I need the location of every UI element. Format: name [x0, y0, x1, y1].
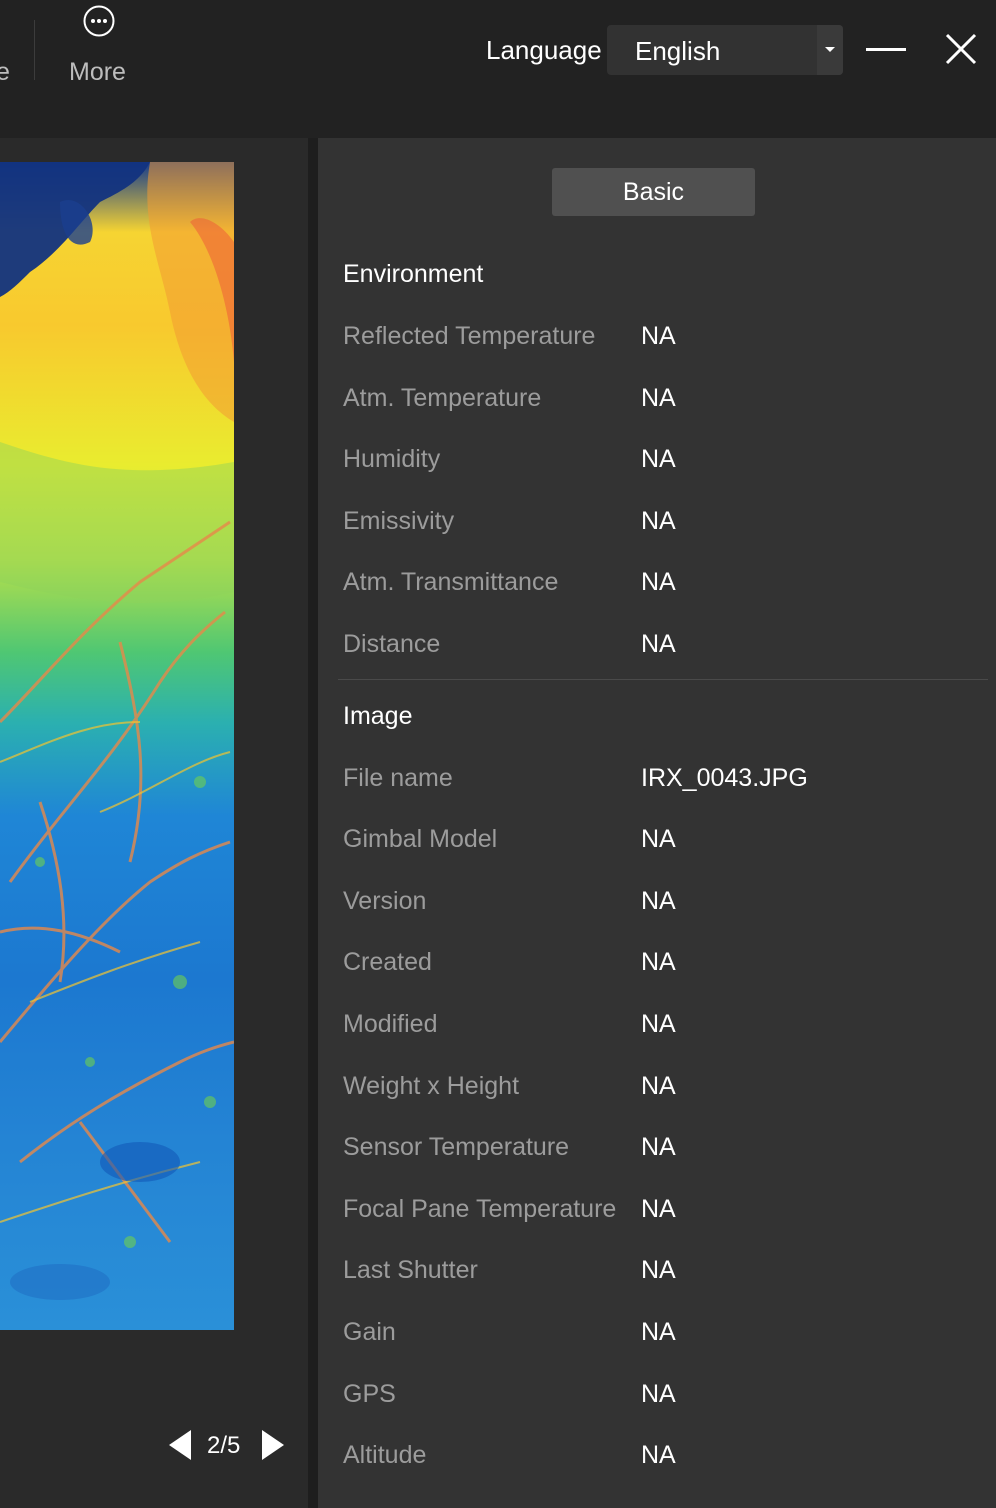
- image-viewer: 2/5: [0, 138, 308, 1508]
- property-label: Modified: [343, 1010, 438, 1038]
- property-row-distance: Distance NA: [343, 630, 983, 670]
- property-label: Gimbal Model: [343, 825, 498, 853]
- property-row-gain: Gain NA: [343, 1318, 983, 1358]
- property-label: Altitude: [343, 1441, 427, 1469]
- property-value: NA: [641, 948, 676, 976]
- property-row-atm-temperature: Atm. Temperature NA: [343, 384, 983, 424]
- property-value: NA: [641, 630, 676, 658]
- property-row-gps: GPS NA: [343, 1380, 983, 1420]
- property-label: Last Shutter: [343, 1256, 478, 1284]
- property-value: NA: [641, 1195, 676, 1223]
- property-value: NA: [641, 507, 676, 535]
- property-row-altitude: Altitude NA: [343, 1441, 983, 1481]
- image-section-title: Image: [343, 702, 413, 730]
- close-icon: [945, 33, 977, 65]
- language-selected-value: English: [635, 36, 721, 66]
- property-row-version: Version NA: [343, 887, 983, 927]
- close-button[interactable]: [938, 26, 984, 72]
- more-label: More: [69, 58, 126, 86]
- property-value: NA: [641, 445, 676, 473]
- language-label: Language: [486, 35, 602, 65]
- property-label: Version: [343, 887, 427, 915]
- top-toolbar: e More Language English: [0, 0, 996, 138]
- property-value: NA: [641, 322, 676, 350]
- page-indicator: 2/5: [207, 1432, 241, 1459]
- property-row-file-name: File name IRX_0043.JPG: [343, 764, 983, 804]
- property-row-humidity: Humidity NA: [343, 445, 983, 485]
- property-label: File name: [343, 764, 453, 792]
- toolbar-divider: [34, 20, 35, 80]
- property-row-emissivity: Emissivity NA: [343, 507, 983, 547]
- property-value: NA: [641, 384, 676, 412]
- property-row-focal-pane-temperature: Focal Pane Temperature NA: [343, 1195, 983, 1235]
- more-button[interactable]: More: [60, 0, 140, 100]
- property-value: NA: [641, 1010, 676, 1038]
- property-value: NA: [641, 1072, 676, 1100]
- property-label: Gain: [343, 1318, 396, 1346]
- property-label: Atm. Transmittance: [343, 568, 559, 596]
- image-pager: 2/5: [0, 1428, 308, 1468]
- property-row-reflected-temperature: Reflected Temperature NA: [343, 322, 983, 362]
- tab-basic[interactable]: Basic: [552, 168, 755, 216]
- property-label: Sensor Temperature: [343, 1133, 570, 1161]
- property-row-sensor-temperature: Sensor Temperature NA: [343, 1133, 983, 1173]
- property-row-modified: Modified NA: [343, 1010, 983, 1050]
- property-label: Emissivity: [343, 507, 455, 535]
- property-label: Humidity: [343, 445, 441, 473]
- property-value: NA: [641, 1441, 676, 1469]
- more-dots-icon: [83, 5, 115, 37]
- thermal-image[interactable]: [0, 162, 234, 1330]
- property-label: Weight x Height: [343, 1072, 520, 1100]
- language-select[interactable]: English: [607, 25, 843, 75]
- property-label: Distance: [343, 630, 441, 658]
- property-value: NA: [641, 825, 676, 853]
- property-row-gimbal-model: Gimbal Model NA: [343, 825, 983, 865]
- properties-panel: Basic Environment Reflected Temperature …: [318, 138, 996, 1508]
- property-value: NA: [641, 887, 676, 915]
- property-value: NA: [641, 1318, 676, 1346]
- property-row-created: Created NA: [343, 948, 983, 988]
- property-label: Created: [343, 948, 432, 976]
- caret-down-icon: [825, 47, 835, 52]
- property-label: Reflected Temperature: [343, 322, 596, 350]
- property-label: GPS: [343, 1380, 396, 1408]
- next-image-icon[interactable]: [262, 1430, 284, 1460]
- property-label: Focal Pane Temperature: [343, 1195, 617, 1223]
- property-value: IRX_0043.JPG: [641, 764, 808, 792]
- property-row-atm-transmittance: Atm. Transmittance NA: [343, 568, 983, 608]
- property-value: NA: [641, 1380, 676, 1408]
- property-row-weight-x-height: Weight x Height NA: [343, 1072, 983, 1112]
- section-divider: [338, 679, 988, 680]
- property-value: NA: [641, 568, 676, 596]
- property-row-last-shutter: Last Shutter NA: [343, 1256, 983, 1296]
- panel-splitter[interactable]: [308, 138, 318, 1508]
- environment-section-title: Environment: [343, 260, 484, 288]
- toolbar-item-partial-label[interactable]: e: [0, 58, 10, 87]
- minimize-button[interactable]: [862, 26, 910, 72]
- property-value: NA: [641, 1133, 676, 1161]
- minimize-icon: [866, 48, 906, 51]
- previous-image-icon[interactable]: [169, 1430, 191, 1460]
- property-label: Atm. Temperature: [343, 384, 542, 412]
- property-value: NA: [641, 1256, 676, 1284]
- language-dropdown-toggle[interactable]: [817, 25, 843, 75]
